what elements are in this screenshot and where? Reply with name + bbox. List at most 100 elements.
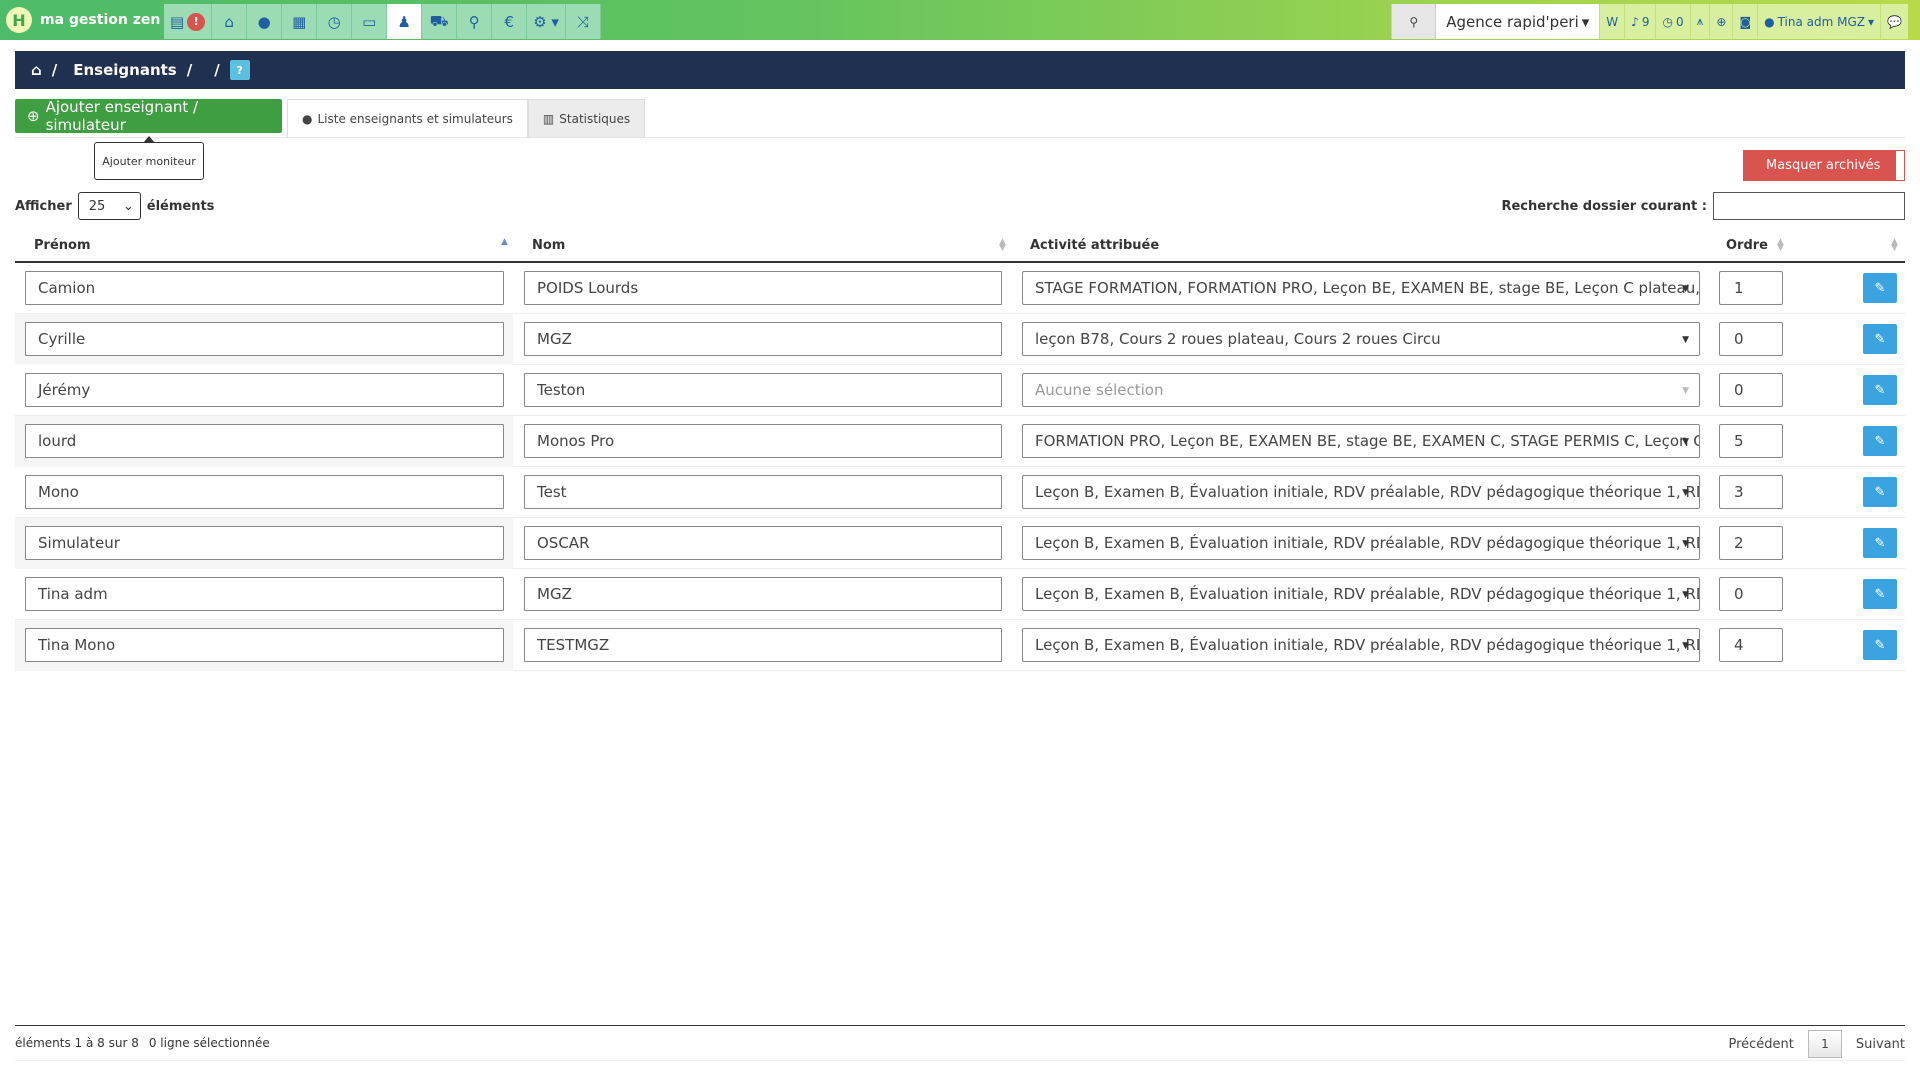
clock-nav-button[interactable]: ◷ — [317, 4, 353, 39]
column-header-ordre[interactable]: Ordre — [1726, 229, 1768, 261]
order-input[interactable]: 0 — [1719, 322, 1783, 356]
edit-button[interactable]: ✎ — [1863, 324, 1897, 354]
column-header-prenom[interactable]: Prénom — [34, 229, 91, 261]
finance-nav-button[interactable]: € — [492, 4, 528, 39]
sort-icon[interactable]: ▲ ▼ — [1777, 238, 1784, 253]
tooltip: Ajouter moniteur — [94, 136, 204, 180]
order-input[interactable]: 5 — [1719, 424, 1783, 458]
teachers-nav-button[interactable]: ♟ — [387, 4, 423, 39]
clock-icon: ◷ — [327, 12, 341, 31]
app-logo[interactable]: H ma gestion zen — [6, 6, 160, 34]
table-row: Cyrille MGZ leçon B78, Cours 2 roues pla… — [15, 314, 1905, 365]
activity-select[interactable]: Leçon B, Examen B, Évaluation initiale, … — [1022, 526, 1700, 560]
vehicles-nav-button[interactable]: ⛟ — [422, 4, 458, 39]
order-input[interactable]: 2 — [1719, 526, 1783, 560]
car-icon: ⛟ — [429, 11, 449, 30]
edit-button[interactable]: ✎ — [1863, 273, 1897, 303]
places-nav-button[interactable]: ⚲ — [457, 4, 493, 39]
support-button[interactable]: ⊕ — [1709, 4, 1733, 39]
activity-select[interactable]: Leçon B, Examen B, Évaluation initiale, … — [1022, 475, 1700, 509]
prenom-input[interactable]: Jérémy — [25, 373, 504, 407]
nom-input[interactable]: MGZ — [524, 322, 1002, 356]
prenom-input[interactable]: Tina Mono — [25, 628, 504, 662]
road-button[interactable]: ⩚ — [1689, 4, 1710, 39]
pencil-icon: ✎ — [1874, 433, 1886, 449]
switch-nav-button[interactable]: ⤨ — [565, 4, 601, 39]
chat-button[interactable]: 💬 — [1880, 4, 1908, 39]
bar-chart-icon: ▥ — [542, 112, 555, 126]
previous-page-button[interactable]: Précédent — [1728, 1037, 1793, 1052]
logo-icon: H — [6, 7, 32, 33]
calendar-nav-button[interactable]: ▦ — [282, 4, 318, 39]
search-input[interactable] — [1713, 192, 1905, 220]
page-title: Enseignants — [73, 61, 177, 79]
page-number-button[interactable]: 1 — [1807, 1030, 1842, 1058]
edit-button[interactable]: ✎ — [1863, 630, 1897, 660]
page-bottom-divider — [15, 1060, 1905, 1061]
settings-nav-button[interactable]: ⚙ ▾ — [527, 4, 566, 39]
nom-input[interactable]: MGZ — [524, 577, 1002, 611]
help-icon[interactable]: ? — [229, 60, 250, 80]
activity-value: FORMATION PRO, Leçon BE, EXAMEN BE, stag… — [1035, 432, 1700, 450]
page-size-select[interactable]: 25 ⌄ — [77, 192, 141, 220]
caret-down-icon: ▾ — [1868, 14, 1875, 29]
column-header-activite[interactable]: Activité attribuée — [1030, 229, 1159, 261]
payment-nav-button[interactable]: ▭ — [352, 4, 388, 39]
activity-select[interactable]: leçon B78, Cours 2 roues plateau, Cours … — [1022, 322, 1700, 356]
hide-archived-button[interactable]: Masquer archivés — [1743, 150, 1905, 181]
tab-teacher-list[interactable]: ● Liste enseignants et simulateurs — [287, 99, 528, 138]
agency-pin-button[interactable]: ⚲ — [1391, 4, 1436, 39]
caret-down-icon: ▼ — [1682, 539, 1689, 549]
prenom-input[interactable]: Tina adm — [25, 577, 504, 611]
prenom-input[interactable]: lourd — [25, 424, 504, 458]
person-icon: ♟ — [397, 12, 411, 31]
tab-divider — [15, 137, 1905, 138]
caret-down-icon: ▼ — [1682, 437, 1689, 447]
nom-input[interactable]: Test — [524, 475, 1002, 509]
next-page-button[interactable]: Suivant — [1856, 1037, 1905, 1052]
agency-select[interactable]: Agence rapid'peri ▾ — [1435, 4, 1600, 39]
edit-button[interactable]: ✎ — [1863, 477, 1897, 507]
timer-button[interactable]: ◷ 0 — [1655, 4, 1690, 39]
tab-statistics[interactable]: ▥ Statistiques — [527, 99, 646, 138]
activity-select[interactable]: Leçon B, Examen B, Évaluation initiale, … — [1022, 628, 1700, 662]
prenom-input[interactable]: Simulateur — [25, 526, 504, 560]
order-input[interactable]: 0 — [1719, 577, 1783, 611]
activity-select[interactable]: STAGE FORMATION, FORMATION PRO, Leçon BE… — [1022, 271, 1700, 305]
nom-input[interactable]: POIDS Lourds — [524, 271, 1002, 305]
activity-select[interactable]: FORMATION PRO, Leçon BE, EXAMEN BE, stag… — [1022, 424, 1700, 458]
sort-asc-icon[interactable]: ▲ — [501, 238, 508, 247]
prenom-input[interactable]: Camion — [25, 271, 504, 305]
sort-icon[interactable]: ▲ ▼ — [1891, 238, 1898, 253]
edit-button[interactable]: ✎ — [1863, 528, 1897, 558]
table-header: Prénom ▲ Nom ▲ ▼ Activité attribuée Ordre… — [15, 229, 1905, 263]
user-menu[interactable]: ● Tina adm MGZ ▾ — [1757, 4, 1881, 39]
sort-icon[interactable]: ▲ ▼ — [999, 238, 1006, 253]
activity-select[interactable]: Aucune sélection ▼ — [1022, 373, 1700, 407]
order-input[interactable]: 0 — [1719, 373, 1783, 407]
add-teacher-button[interactable]: ⊕ Ajouter enseignant / simulateur — [15, 98, 282, 134]
home-nav-button[interactable]: ⌂ — [212, 4, 248, 39]
edit-button[interactable]: ✎ — [1863, 426, 1897, 456]
order-input[interactable]: 3 — [1719, 475, 1783, 509]
order-input[interactable]: 1 — [1719, 271, 1783, 305]
column-header-nom[interactable]: Nom — [532, 229, 565, 261]
nom-input[interactable]: OSCAR — [524, 526, 1002, 560]
order-input[interactable]: 4 — [1719, 628, 1783, 662]
home-icon[interactable]: ⌂ — [31, 61, 42, 79]
nom-input[interactable]: Teston — [524, 373, 1002, 407]
nom-input[interactable]: TESTMGZ — [524, 628, 1002, 662]
edit-button[interactable]: ✎ — [1863, 375, 1897, 405]
prenom-input[interactable]: Cyrille — [25, 322, 504, 356]
nom-input[interactable]: Monos Pro — [524, 424, 1002, 458]
notifications-button[interactable]: ♪ 9 — [1624, 4, 1656, 39]
students-nav-button[interactable]: ● — [247, 4, 283, 39]
w-button[interactable]: W — [1599, 4, 1625, 39]
edit-button[interactable]: ✎ — [1863, 579, 1897, 609]
news-nav-button[interactable]: ▤ ! — [164, 4, 213, 39]
prenom-input[interactable]: Mono — [25, 475, 504, 509]
camera-button[interactable]: ◙ — [1732, 4, 1758, 39]
plus-circle-icon: ⊕ — [27, 107, 40, 125]
activity-select[interactable]: Leçon B, Examen B, Évaluation initiale, … — [1022, 577, 1700, 611]
chevron-down-icon: ⌄ — [122, 198, 134, 214]
